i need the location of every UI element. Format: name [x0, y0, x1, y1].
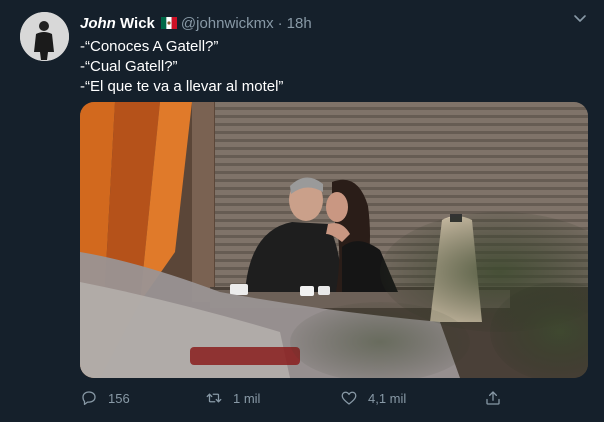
- share-button[interactable]: [484, 386, 512, 410]
- separator-dot: ·: [277, 14, 283, 32]
- retweet-icon: [206, 393, 222, 403]
- reply-icon: [82, 391, 96, 406]
- tweet-line: -“El que te va a llevar al motel”: [80, 78, 284, 95]
- avatar[interactable]: [20, 12, 69, 61]
- author-name[interactable]: John Wick: [80, 15, 155, 32]
- mexico-flag-icon: [160, 17, 177, 29]
- tweet[interactable]: John Wick @johnwickmx · 18h -“Conoces A …: [0, 0, 604, 422]
- tweet-text: -“Conoces A Gatell?” -“Cual Gatell?” -“E…: [80, 37, 283, 97]
- share-icon: [486, 391, 500, 405]
- author-last-name[interactable]: Wick: [120, 15, 155, 32]
- like-count: 4,1 mil: [368, 390, 407, 406]
- author-first-name[interactable]: John: [80, 15, 116, 32]
- tweet-line: -“Cual Gatell?”: [80, 58, 178, 75]
- tweet-timestamp[interactable]: 18h: [287, 15, 312, 32]
- author-handle[interactable]: @johnwickmx: [181, 15, 274, 32]
- chevron-down-icon[interactable]: [573, 14, 587, 24]
- retweet-button[interactable]: 1 mil: [205, 386, 260, 410]
- tweet-photo[interactable]: [80, 102, 588, 378]
- retweet-count: 1 mil: [233, 390, 261, 406]
- photo-image: [80, 102, 588, 378]
- tweet-header: John Wick @johnwickmx · 18h: [80, 13, 312, 33]
- like-button[interactable]: 4,1 mil: [340, 386, 406, 410]
- tweet-actions: 156 1 mil 4,1 mil: [80, 386, 588, 410]
- heart-icon: [341, 391, 357, 405]
- reply-button[interactable]: 156: [80, 386, 130, 410]
- reply-count: 156: [108, 390, 130, 406]
- tweet-line: -“Conoces A Gatell?”: [80, 38, 219, 55]
